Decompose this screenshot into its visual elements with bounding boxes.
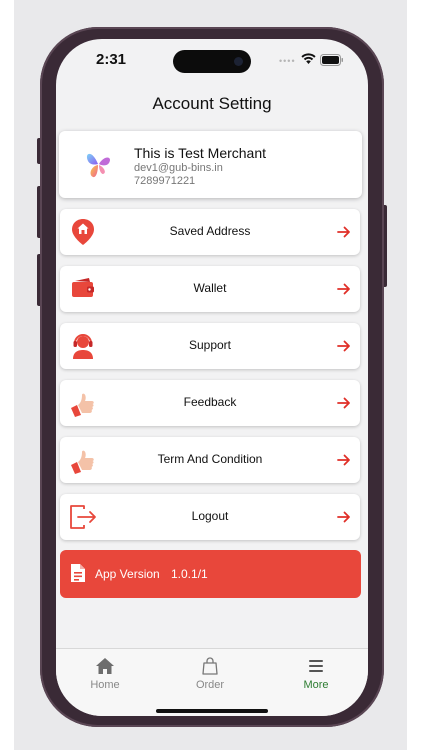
menu-item-label: Support <box>188 338 232 352</box>
dynamic-island <box>173 50 251 73</box>
status-bar: 2:31 •••• <box>56 39 368 83</box>
menu-item-label: Feedback <box>183 395 237 409</box>
tab-more[interactable]: More <box>276 656 356 691</box>
menu-item-feedback[interactable]: Feedback <box>60 380 360 426</box>
battery-icon <box>320 54 343 66</box>
menu-item-logout[interactable]: Logout <box>60 494 360 540</box>
home-indicator[interactable] <box>156 709 268 713</box>
signal-icon: •••• <box>279 56 296 66</box>
app-version-banner: App Version 1.0.1/1 <box>60 550 361 598</box>
menu-item-support[interactable]: Support <box>60 323 360 369</box>
tab-label: More <box>303 679 329 691</box>
arrow-right-icon[interactable] <box>336 338 352 354</box>
app-version-value: 1.0.1/1 <box>171 567 208 581</box>
tab-order[interactable]: Order <box>170 656 250 691</box>
app-screen: 2:31 •••• Account Setting This is Test M… <box>56 39 368 716</box>
arrow-right-icon[interactable] <box>336 452 352 468</box>
menu-icon <box>309 660 323 672</box>
menu-item-terms[interactable]: Term And Condition <box>60 437 360 483</box>
butterfly-logo-icon <box>86 153 110 178</box>
profile-name: This is Test Merchant <box>134 145 267 161</box>
arrow-right-icon[interactable] <box>336 281 352 297</box>
menu-item-label: Term And Condition <box>157 452 263 466</box>
app-version-label: App Version <box>95 567 160 581</box>
tab-label: Order <box>195 679 225 691</box>
profile-email: dev1@gub-bins.in <box>134 162 223 174</box>
menu-item-saved-address[interactable]: Saved Address <box>60 209 360 255</box>
page-title: Account Setting <box>152 94 272 113</box>
profile-phone: 7289971221 <box>134 175 196 187</box>
wifi-icon <box>301 53 316 64</box>
profile-card[interactable]: This is Test Merchant dev1@gub-bins.in 7… <box>59 131 362 198</box>
bag-icon <box>202 657 218 675</box>
menu-item-label: Logout <box>191 509 229 523</box>
menu-item-wallet[interactable]: Wallet <box>60 266 360 312</box>
camera-icon <box>234 57 243 66</box>
menu-item-label: Saved Address <box>169 224 251 238</box>
tab-label: Home <box>90 679 120 691</box>
arrow-right-icon[interactable] <box>336 509 352 525</box>
tab-home[interactable]: Home <box>65 656 145 691</box>
home-icon <box>96 658 114 674</box>
arrow-right-icon[interactable] <box>336 395 352 411</box>
status-time: 2:31 <box>96 51 127 68</box>
menu-item-label: Wallet <box>193 281 227 295</box>
arrow-right-icon[interactable] <box>336 224 352 240</box>
tab-bar: Home Order More <box>56 648 368 716</box>
document-icon <box>71 564 85 582</box>
